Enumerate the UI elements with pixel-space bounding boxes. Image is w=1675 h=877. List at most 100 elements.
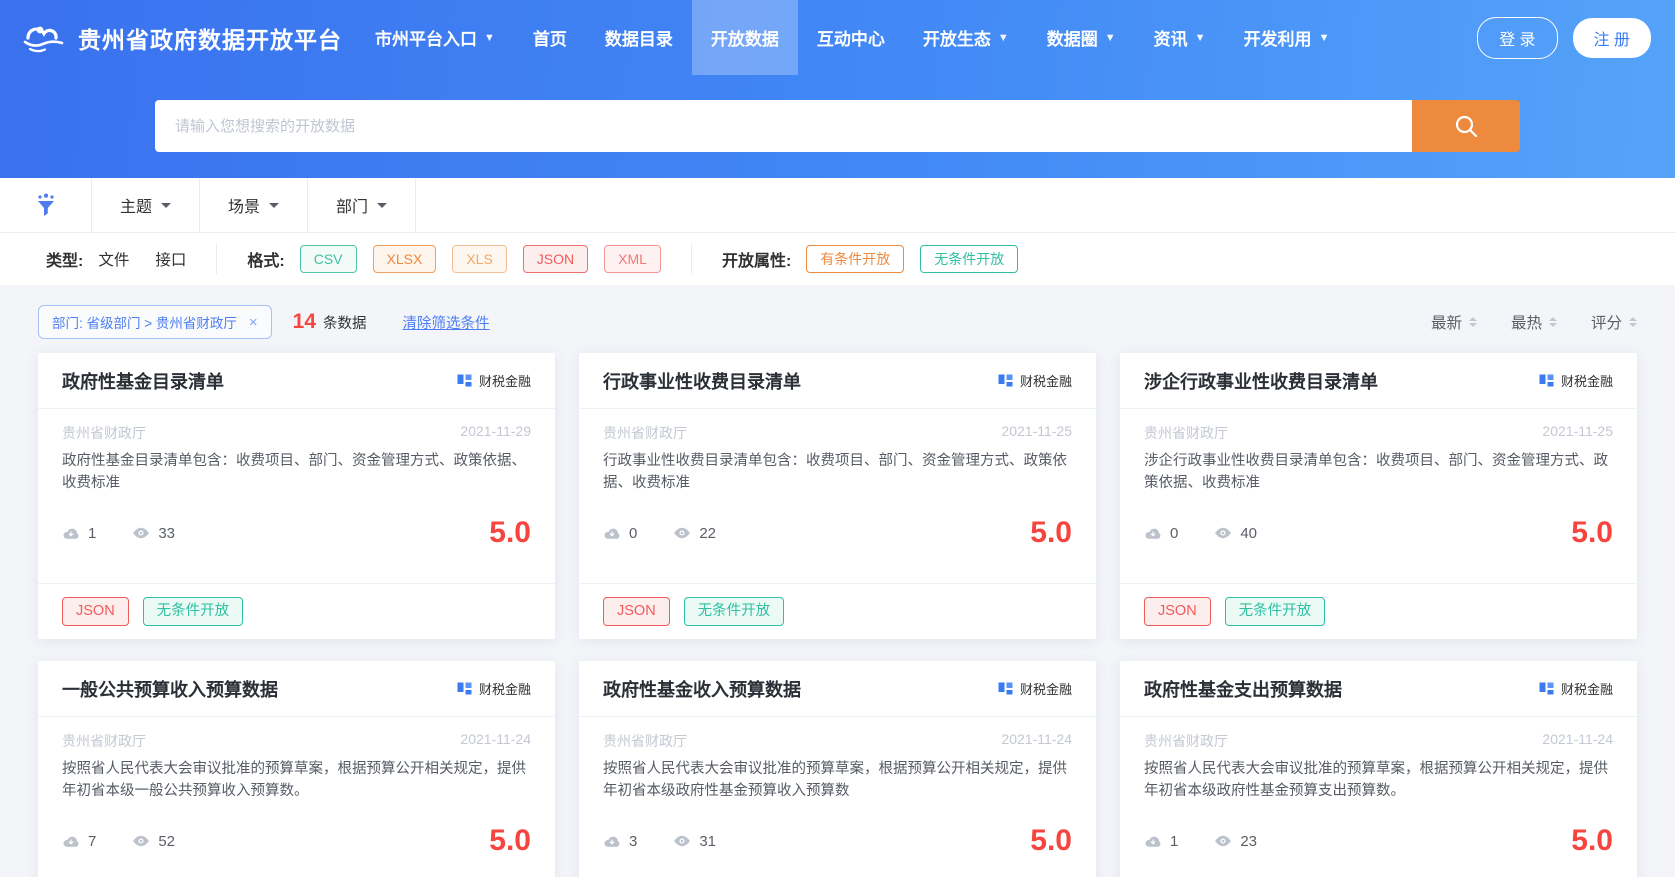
- nav-item[interactable]: 数据目录: [586, 0, 692, 75]
- sort-option[interactable]: 评分: [1591, 311, 1637, 333]
- views-icon: [132, 526, 150, 540]
- dataset-card[interactable]: 政府性基金支出预算数据 财税金融 贵州省财政厅 202: [1120, 661, 1637, 877]
- type-option[interactable]: 接口: [155, 248, 186, 270]
- nav-item[interactable]: 开发利用 ▼: [1225, 0, 1349, 75]
- dataset-tag[interactable]: 无条件开放: [1225, 597, 1326, 626]
- filter-dropdown[interactable]: 主题: [92, 178, 200, 232]
- nav-item[interactable]: 数据圈 ▼: [1028, 0, 1135, 75]
- format-filter-tag[interactable]: XLS: [452, 245, 506, 273]
- nav-item[interactable]: 开放生态 ▼: [904, 0, 1028, 75]
- dataset-meta: 贵州省财政厅 2021-11-24: [1144, 731, 1613, 751]
- dataset-stats: 7 52 5.0: [62, 826, 531, 856]
- dataset-category-label: 财税金融: [479, 371, 531, 390]
- dataset-meta: 贵州省财政厅 2021-11-24: [603, 731, 1072, 751]
- clear-filters-link[interactable]: 清除筛选条件: [403, 312, 490, 333]
- dataset-stats: 0 22 5.0: [603, 518, 1072, 548]
- category-grid-icon: [1539, 373, 1554, 388]
- sort-option[interactable]: 最热: [1511, 311, 1557, 333]
- open-attr-section: 开放属性: 有条件开放 无条件开放: [722, 245, 1018, 273]
- views-icon: [1214, 834, 1232, 848]
- dataset-org: 贵州省财政厅: [603, 423, 687, 443]
- views-icon: [673, 526, 691, 540]
- view-count: 52: [158, 833, 175, 850]
- dataset-title[interactable]: 政府性基金支出预算数据: [1144, 676, 1342, 702]
- dataset-org: 贵州省财政厅: [62, 423, 146, 443]
- filter-dropdown[interactable]: 场景: [200, 178, 308, 232]
- view-count: 23: [1240, 833, 1257, 850]
- nav-item-label: 开放生态: [923, 25, 991, 50]
- dataset-tag[interactable]: 无条件开放: [684, 597, 785, 626]
- nav-item-label: 资讯: [1154, 25, 1188, 50]
- format-filter-tag[interactable]: XML: [604, 245, 661, 273]
- divider: [691, 244, 692, 274]
- open-attr-filter-tag[interactable]: 无条件开放: [920, 245, 1018, 273]
- brand-title: 贵州省政府数据开放平台: [78, 21, 342, 55]
- auth-buttons: 登 录 注 册: [1477, 0, 1651, 75]
- register-button[interactable]: 注 册: [1573, 18, 1651, 58]
- views-stat: 33: [132, 525, 175, 542]
- dataset-tag[interactable]: 无条件开放: [143, 597, 244, 626]
- open-attr-filter-tag[interactable]: 有条件开放: [806, 245, 904, 273]
- dataset-date: 2021-11-24: [1001, 731, 1072, 751]
- dataset-tag[interactable]: JSON: [1144, 597, 1211, 626]
- filter-dropdown-label: 场景: [228, 193, 260, 217]
- sort-option-label: 最新: [1431, 311, 1462, 333]
- dataset-card[interactable]: 行政事业性收费目录清单 财税金融 贵州省财政厅 202: [579, 353, 1096, 639]
- download-icon: [603, 834, 621, 849]
- filter-dropdown[interactable]: 部门: [308, 178, 416, 232]
- dataset-card[interactable]: 一般公共预算收入预算数据 财税金融 贵州省财政厅 20: [38, 661, 555, 877]
- dataset-card[interactable]: 政府性基金收入预算数据 财税金融 贵州省财政厅 202: [579, 661, 1096, 877]
- nav-item[interactable]: 首页: [514, 0, 586, 75]
- dataset-title[interactable]: 涉企行政事业性收费目录清单: [1144, 368, 1378, 394]
- format-filter-tag[interactable]: JSON: [523, 245, 588, 273]
- open-attr-label: 开放属性:: [722, 247, 791, 271]
- dataset-title[interactable]: 政府性基金收入预算数据: [603, 676, 801, 702]
- dataset-card-header: 一般公共预算收入预算数据 财税金融: [38, 661, 555, 717]
- format-filter-tag[interactable]: CSV: [300, 245, 357, 273]
- dataset-tag[interactable]: JSON: [62, 597, 129, 626]
- format-filter-tag[interactable]: XLSX: [373, 245, 437, 273]
- dataset-title[interactable]: 行政事业性收费目录清单: [603, 368, 801, 394]
- dataset-title[interactable]: 一般公共预算收入预算数据: [62, 676, 278, 702]
- dataset-meta: 贵州省财政厅 2021-11-24: [62, 731, 531, 751]
- nav-item[interactable]: 互动中心: [798, 0, 904, 75]
- dataset-card-body: 贵州省财政厅 2021-11-29 政府性基金目录清单包含：收费项目、部门、资金…: [38, 409, 555, 583]
- dataset-card-body: 贵州省财政厅 2021-11-24 按照省人民代表大会审议批准的预算草案，根据预…: [1120, 717, 1637, 877]
- dataset-stats: 3 31 5.0: [603, 826, 1072, 856]
- sort-option[interactable]: 最新: [1431, 311, 1477, 333]
- nav-item[interactable]: 资讯 ▼: [1135, 0, 1225, 75]
- dataset-category: 财税金融: [998, 679, 1072, 698]
- sort-option-label: 最热: [1511, 311, 1542, 333]
- chip-remove-icon[interactable]: ×: [249, 315, 258, 330]
- views-icon: [132, 834, 150, 848]
- search-button[interactable]: [1412, 100, 1520, 152]
- nav-item[interactable]: 市州平台入口 ▼: [356, 0, 514, 75]
- download-count: 1: [88, 525, 96, 542]
- nav-item[interactable]: 开放数据: [692, 0, 798, 75]
- dataset-category: 财税金融: [998, 371, 1072, 390]
- dataset-card[interactable]: 涉企行政事业性收费目录清单 财税金融 贵州省财政厅 2: [1120, 353, 1637, 639]
- dataset-card[interactable]: 政府性基金目录清单 财税金融 贵州省财政厅 2021-: [38, 353, 555, 639]
- filter-funnel[interactable]: [0, 178, 92, 232]
- dataset-tags: JSON 无条件开放: [38, 583, 555, 639]
- type-option[interactable]: 文件: [98, 248, 129, 270]
- active-filter-chip[interactable]: 部门: 省级部门 > 贵州省财政厅 ×: [38, 305, 272, 339]
- nav-item-label: 开放数据: [711, 25, 779, 50]
- type-options: 文件 接口: [98, 248, 186, 270]
- chevron-down-icon: [269, 203, 279, 213]
- result-count-suffix: 条数据: [323, 312, 367, 333]
- dataset-card-header: 涉企行政事业性收费目录清单 财税金融: [1120, 353, 1637, 409]
- dataset-category: 财税金融: [457, 679, 531, 698]
- brand[interactable]: 贵州省政府数据开放平台: [20, 0, 342, 75]
- dataset-tag[interactable]: JSON: [603, 597, 670, 626]
- dataset-org: 贵州省财政厅: [1144, 423, 1228, 443]
- download-stat: 0: [1144, 525, 1178, 542]
- download-stat: 1: [1144, 833, 1178, 850]
- search-input[interactable]: [155, 100, 1412, 152]
- result-count: 14: [293, 310, 316, 334]
- download-stat: 1: [62, 525, 96, 542]
- dataset-title[interactable]: 政府性基金目录清单: [62, 368, 224, 394]
- download-count: 0: [629, 525, 637, 542]
- login-button[interactable]: 登 录: [1477, 17, 1557, 59]
- download-count: 7: [88, 833, 96, 850]
